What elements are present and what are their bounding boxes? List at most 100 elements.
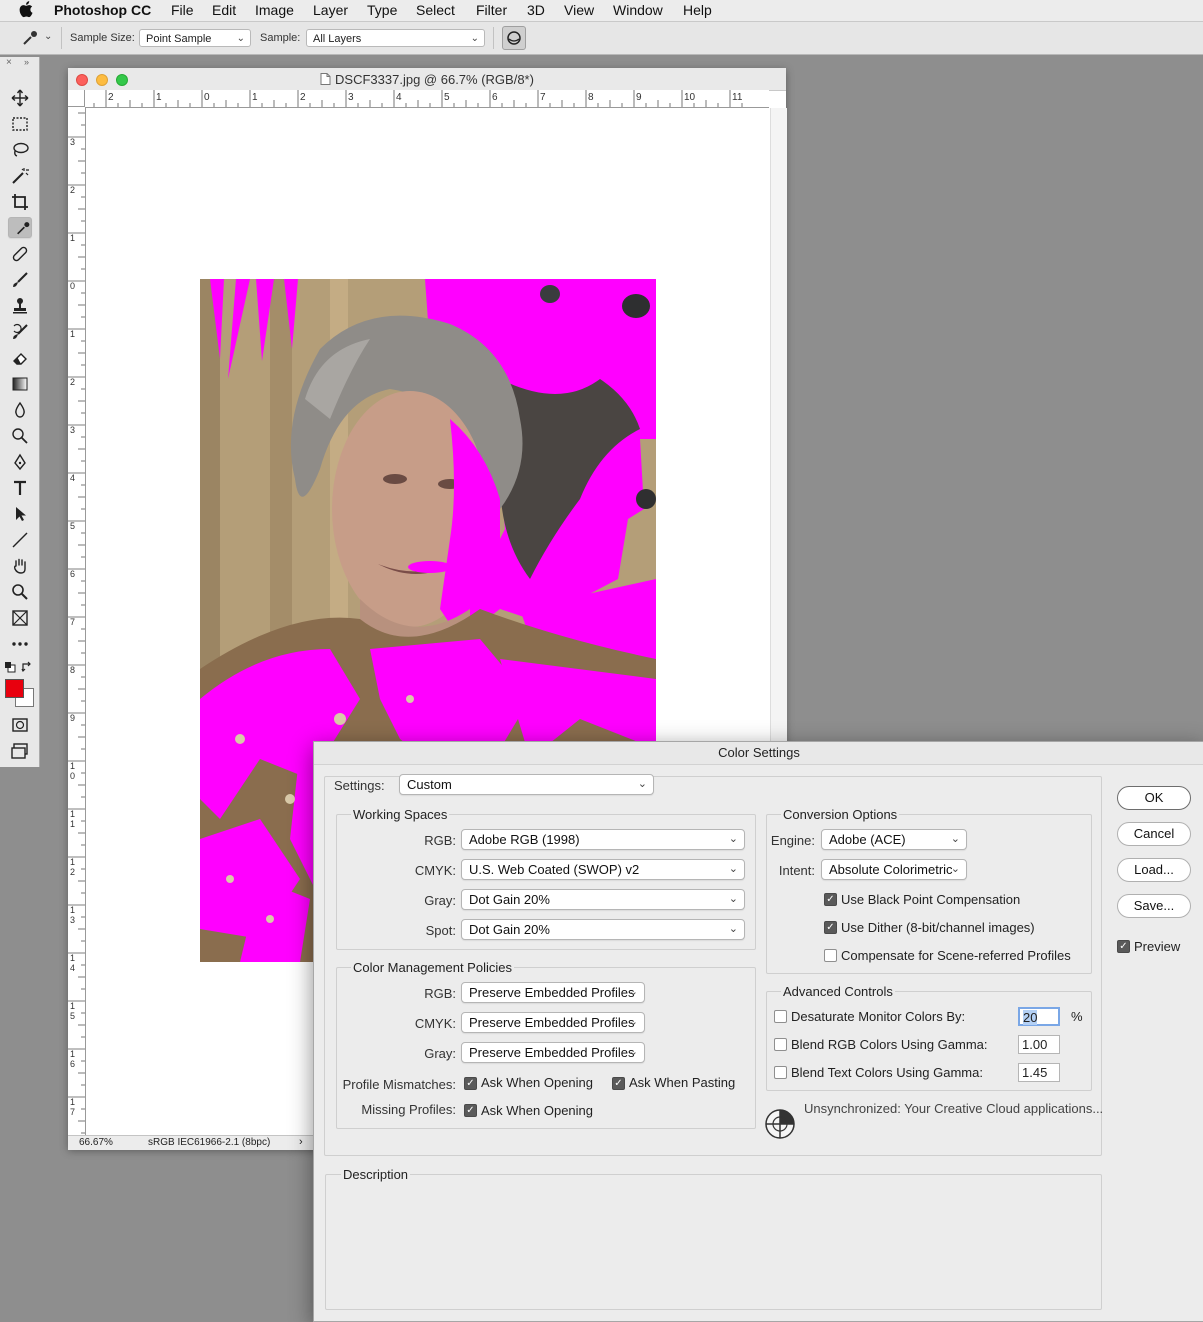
sample-select[interactable]: All Layers ⌄ bbox=[306, 29, 485, 47]
zoom-level[interactable]: 66.67% bbox=[79, 1137, 113, 1148]
horizontal-ruler-ticks: 2 1 0 1 2 3 4 5 6 7 8 9 10 11 bbox=[93, 90, 743, 107]
marquee-tool[interactable] bbox=[8, 113, 32, 135]
ruler-label: 1 bbox=[70, 761, 75, 771]
move-tool[interactable] bbox=[8, 87, 32, 109]
sample-size-select[interactable]: Point Sample ⌄ bbox=[139, 29, 251, 47]
blend-text-checkbox[interactable] bbox=[774, 1066, 787, 1079]
quick-mask-button[interactable] bbox=[8, 714, 32, 736]
default-colors-icon[interactable] bbox=[4, 661, 16, 673]
use-dither-label: Use Dither (8-bit/channel images) bbox=[841, 920, 1035, 935]
ruler-label: 9 bbox=[70, 713, 75, 723]
eyedropper-tool[interactable] bbox=[8, 217, 32, 238]
sample-ring-toggle[interactable] bbox=[502, 26, 526, 50]
menu-image[interactable]: Image bbox=[255, 2, 294, 18]
path-selection-tool[interactable] bbox=[8, 503, 32, 525]
policy-cmyk-label: CMYK: bbox=[414, 1016, 456, 1031]
chevron-down-icon: ⌄ bbox=[950, 833, 960, 845]
ws-cmyk-select[interactable]: U.S. Web Coated (SWOP) v2 ⌄ bbox=[461, 859, 745, 880]
gradient-tool[interactable] bbox=[8, 373, 32, 395]
settings-select[interactable]: Custom ⌄ bbox=[399, 774, 654, 795]
app-name-menu[interactable]: Photoshop CC bbox=[54, 2, 151, 18]
menu-edit[interactable]: Edit bbox=[212, 2, 236, 18]
ruler-label: 1 bbox=[70, 329, 75, 339]
eraser-tool[interactable] bbox=[8, 347, 32, 369]
foreground-color-swatch[interactable] bbox=[5, 679, 24, 698]
black-point-compensation-checkbox[interactable]: ✓ bbox=[824, 893, 837, 906]
eyedropper-tool-preset-icon[interactable] bbox=[21, 29, 39, 47]
healing-brush-tool[interactable] bbox=[8, 243, 32, 265]
load-button[interactable]: Load... bbox=[1117, 858, 1191, 882]
menu-help[interactable]: Help bbox=[683, 2, 712, 18]
menu-file[interactable]: File bbox=[171, 2, 194, 18]
scene-referred-checkbox[interactable] bbox=[824, 949, 837, 962]
hand-tool[interactable] bbox=[8, 555, 32, 577]
blend-rgb-input[interactable]: 1.00 bbox=[1018, 1035, 1060, 1054]
policy-gray-select[interactable]: Preserve Embedded Profiles ⌄ bbox=[461, 1042, 645, 1063]
dialog-title: Color Settings bbox=[314, 742, 1203, 765]
brush-tool[interactable] bbox=[8, 269, 32, 291]
close-panel-icon[interactable]: × bbox=[6, 57, 12, 68]
lasso-tool[interactable] bbox=[8, 139, 32, 161]
type-tool[interactable] bbox=[8, 477, 32, 499]
preview-checkbox[interactable]: ✓ bbox=[1117, 940, 1130, 953]
blend-rgb-checkbox[interactable] bbox=[774, 1038, 787, 1051]
profile-mismatches-label: Profile Mismatches: bbox=[342, 1077, 456, 1092]
line-tool[interactable] bbox=[8, 529, 32, 551]
blend-text-input[interactable]: 1.45 bbox=[1018, 1063, 1060, 1082]
ask-when-pasting-checkbox[interactable]: ✓ bbox=[612, 1077, 625, 1090]
screen-mode-button[interactable] bbox=[8, 740, 32, 762]
blur-tool[interactable] bbox=[8, 399, 32, 421]
zoom-tool[interactable] bbox=[8, 581, 32, 603]
magic-wand-tool[interactable] bbox=[8, 165, 32, 187]
ruler-label: 9 bbox=[636, 92, 642, 103]
ask-when-opening-checkbox[interactable]: ✓ bbox=[464, 1077, 477, 1090]
menu-window[interactable]: Window bbox=[613, 2, 663, 18]
lasso-icon bbox=[13, 142, 29, 157]
engine-select[interactable]: Adobe (ACE) ⌄ bbox=[821, 829, 967, 850]
pen-tool[interactable] bbox=[8, 451, 32, 473]
menu-layer[interactable]: Layer bbox=[313, 2, 348, 18]
description-group bbox=[325, 1174, 1102, 1310]
ruler-origin[interactable] bbox=[68, 90, 85, 107]
ruler-label: 10 bbox=[684, 92, 696, 103]
missing-ask-when-opening-checkbox[interactable]: ✓ bbox=[464, 1104, 477, 1117]
tools-panel: × » bbox=[0, 57, 40, 767]
save-button[interactable]: Save... bbox=[1117, 894, 1191, 918]
chevron-down-icon[interactable]: ⌄ bbox=[44, 31, 52, 42]
history-brush-tool[interactable] bbox=[8, 321, 32, 343]
cancel-button[interactable]: Cancel bbox=[1117, 822, 1191, 846]
collapse-panel-icon[interactable]: » bbox=[24, 57, 29, 67]
status-menu-arrow-icon[interactable]: › bbox=[299, 1136, 303, 1148]
ws-gray-select[interactable]: Dot Gain 20% ⌄ bbox=[461, 889, 745, 910]
menu-select[interactable]: Select bbox=[416, 2, 455, 18]
menu-filter[interactable]: Filter bbox=[476, 2, 507, 18]
missing-profiles-label: Missing Profiles: bbox=[361, 1102, 456, 1117]
ws-spot-select[interactable]: Dot Gain 20% ⌄ bbox=[461, 919, 745, 940]
ask-when-opening-label: Ask When Opening bbox=[481, 1075, 594, 1090]
dodge-tool[interactable] bbox=[8, 425, 32, 447]
ws-rgb-select[interactable]: Adobe RGB (1998) ⌄ bbox=[461, 829, 745, 850]
frame-tool[interactable] bbox=[8, 607, 32, 629]
use-dither-checkbox[interactable]: ✓ bbox=[824, 921, 837, 934]
ok-button[interactable]: OK bbox=[1117, 786, 1191, 810]
ruler-label: 1 bbox=[70, 857, 75, 867]
menu-view[interactable]: View bbox=[564, 2, 594, 18]
menu-type[interactable]: Type bbox=[367, 2, 397, 18]
apple-menu-icon[interactable] bbox=[19, 0, 33, 18]
black-point-compensation-label: Use Black Point Compensation bbox=[841, 892, 1021, 907]
more-tools[interactable] bbox=[8, 633, 32, 655]
policy-cmyk-select[interactable]: Preserve Embedded Profiles ⌄ bbox=[461, 1012, 645, 1033]
ruler-label: 6 bbox=[492, 92, 498, 103]
desaturate-input[interactable]: 20 bbox=[1018, 1007, 1060, 1026]
ruler-label: 2 bbox=[70, 185, 75, 195]
desaturate-checkbox[interactable] bbox=[774, 1010, 787, 1023]
desaturate-label: Desaturate Monitor Colors By: bbox=[791, 1009, 966, 1024]
policy-rgb-select[interactable]: Preserve Embedded Profiles ⌄ bbox=[461, 982, 645, 1003]
clone-stamp-tool[interactable] bbox=[8, 295, 32, 317]
intent-select[interactable]: Absolute Colorimetric ⌄ bbox=[821, 859, 967, 880]
ruler-label: 1 bbox=[70, 809, 75, 819]
swap-colors-icon[interactable] bbox=[21, 661, 33, 673]
menu-3d[interactable]: 3D bbox=[527, 2, 545, 18]
crop-tool[interactable] bbox=[8, 191, 32, 213]
gradient-icon bbox=[12, 377, 28, 391]
